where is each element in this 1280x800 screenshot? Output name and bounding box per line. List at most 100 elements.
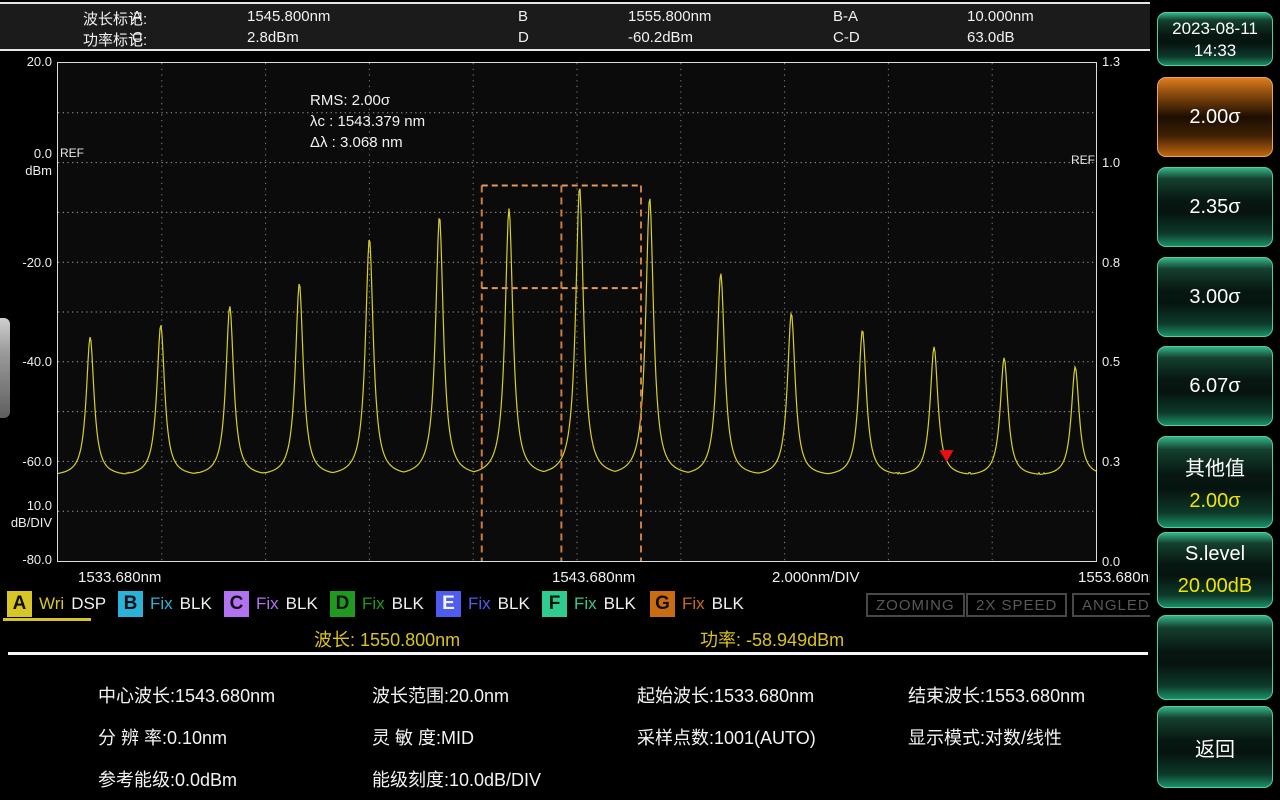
ref-label-right: REF xyxy=(1071,153,1095,167)
trace-status: BLK xyxy=(286,594,318,614)
trace-c-badge: C xyxy=(224,591,249,617)
softkey-label: 2.35σ xyxy=(1189,196,1240,219)
datetime-button[interactable]: 2023-08-11 14:33 xyxy=(1157,12,1273,66)
setting-start-wavelength: 起始波长:1533.680nm xyxy=(637,682,814,708)
trace-g-badge: G xyxy=(650,591,675,617)
y-tick-m40: -40.0 xyxy=(0,354,52,369)
trace-mode: Fix xyxy=(150,594,173,614)
y-tick-m20: -20.0 xyxy=(0,255,52,270)
marker-wavelength-readout: 波长: 1550.800nm xyxy=(314,626,460,652)
trace-mode: Fix xyxy=(468,594,491,614)
marker-d-name: D xyxy=(518,29,529,46)
y-tick-0: 0.0 xyxy=(0,146,52,161)
y2-tick-0_8: 0.8 xyxy=(1102,255,1142,270)
y-tick-m80: -80.0 xyxy=(0,552,52,567)
marker-c-value: 2.8dBm xyxy=(247,29,299,46)
setting-display-mode: 显示模式:对数/线性 xyxy=(908,724,1062,750)
trace-status: BLK xyxy=(604,594,636,614)
softkey-value: 2.00σ xyxy=(1189,490,1240,513)
power-readout-value: -58.949dBm xyxy=(746,630,844,650)
softkey-other-value[interactable]: 其他值 2.00σ xyxy=(1157,436,1273,528)
marker-a-value: 1545.800nm xyxy=(247,8,330,25)
wavelength-marker-row: 波长标记: A 1545.800nm B 1555.800nm B-A 10.0… xyxy=(0,8,1150,28)
trace-e-selector[interactable]: E Fix BLK xyxy=(436,591,530,617)
trace-g-selector[interactable]: G Fix BLK xyxy=(650,591,744,617)
angled-indicator: ANGLED xyxy=(1072,593,1160,617)
softkey-6.07-sigma[interactable]: 6.07σ xyxy=(1157,346,1273,426)
trace-status: BLK xyxy=(180,594,212,614)
marker-power-readout: 功率: -58.949dBm xyxy=(700,626,844,652)
trace-f-badge: F xyxy=(542,591,567,617)
marker-d-value: -60.2dBm xyxy=(628,29,693,46)
x-div-label: 2.000nm/DIV xyxy=(772,569,860,586)
softkey-blank[interactable] xyxy=(1157,615,1273,700)
trace-c-selector[interactable]: C Fix BLK xyxy=(224,591,318,617)
trace-status: DSP xyxy=(71,594,106,614)
marker-c-name: C xyxy=(132,29,143,46)
trace-b-selector[interactable]: B Fix BLK xyxy=(118,591,212,617)
trace-mode: Fix xyxy=(362,594,385,614)
trace-d-selector[interactable]: D Fix BLK xyxy=(330,591,424,617)
zooming-indicator: ZOOMING xyxy=(866,593,965,617)
softkey-label: 6.07σ xyxy=(1189,375,1240,398)
trace-f-selector[interactable]: F Fix BLK xyxy=(542,591,636,617)
softkey-back[interactable]: 返回 xyxy=(1157,706,1273,788)
x-end-label: 1553.680nm xyxy=(1078,569,1161,586)
annotation-delta-lambda: Δλ : 3.068 nm xyxy=(310,132,425,153)
time-text: 14:33 xyxy=(1194,40,1237,61)
softkey-3.00-sigma[interactable]: 3.00σ xyxy=(1157,257,1273,337)
setting-span: 波长范围:20.0nm xyxy=(372,682,509,708)
trace-status: BLK xyxy=(712,594,744,614)
y2-tick-1_3: 1.3 xyxy=(1102,54,1142,69)
trace-mode: Fix xyxy=(574,594,597,614)
trace-e-badge: E xyxy=(436,591,461,617)
softkey-2.35-sigma[interactable]: 2.35σ xyxy=(1157,167,1273,247)
2x-speed-indicator: 2X SPEED xyxy=(966,593,1067,617)
softkey-label: 3.00σ xyxy=(1189,286,1240,309)
setting-resolution: 分 辨 率:0.10nm xyxy=(98,724,227,750)
wavelength-readout-value: 1550.800nm xyxy=(360,630,460,650)
softkey-label: S.level xyxy=(1185,543,1245,566)
softkey-label: 返回 xyxy=(1195,733,1235,762)
trace-d-badge: D xyxy=(330,591,355,617)
softkey-s-level[interactable]: S.level 20.00dB xyxy=(1157,532,1273,608)
softkey-label: 2.00σ xyxy=(1189,106,1240,129)
trace-a-badge: A xyxy=(7,591,32,617)
y2-tick-1_0: 1.0 xyxy=(1102,155,1142,170)
trace-a-selector[interactable]: A Wri DSP xyxy=(7,591,106,617)
y-tick-m60: -60.0 xyxy=(0,454,52,469)
power-marker-row: 功率标记: C 2.8dBm D -60.2dBm C-D 63.0dB xyxy=(0,29,1150,49)
marker-b-value: 1555.800nm xyxy=(628,8,711,25)
setting-ref-level: 参考能级:0.0dBm xyxy=(98,766,237,792)
trace-mode: Wri xyxy=(39,594,64,614)
setting-level-scale: 能级刻度:10.0dB/DIV xyxy=(372,766,541,792)
marker-cd-name: C-D xyxy=(833,29,860,46)
setting-sensitivity: 灵 敏 度:MID xyxy=(372,724,474,750)
softkey-label: 其他值 xyxy=(1185,452,1245,481)
annotation-rms: RMS: 2.00σ xyxy=(310,90,425,111)
softkey-value: 20.00dB xyxy=(1178,575,1253,598)
active-trace-underline xyxy=(3,618,91,621)
spectrum-plot-area[interactable] xyxy=(57,62,1097,562)
x-start-label: 1533.680nm xyxy=(78,569,161,586)
y2-tick-0_5: 0.5 xyxy=(1102,354,1142,369)
ref-label-left: REF xyxy=(60,146,84,160)
marker-cd-value: 63.0dB xyxy=(967,29,1015,46)
marker-a-name: A xyxy=(132,8,142,25)
rms-analysis-annotation: RMS: 2.00σ λc : 1543.379 nm Δλ : 3.068 n… xyxy=(310,90,425,153)
softkey-2.00-sigma[interactable]: 2.00σ xyxy=(1157,77,1273,157)
setting-sample-points: 采样点数:1001(AUTO) xyxy=(637,724,816,750)
y-unit-dbm: dBm xyxy=(0,163,52,178)
marker-b-name: B xyxy=(518,8,528,25)
trace-status: BLK xyxy=(392,594,424,614)
trace-b-badge: B xyxy=(118,591,143,617)
y2-tick-0_3: 0.3 xyxy=(1102,454,1142,469)
trace-mode: Fix xyxy=(682,594,705,614)
x-center-label: 1543.680nm xyxy=(552,569,635,586)
power-readout-label: 功率: xyxy=(700,630,741,650)
y-scale-unit: dB/DIV xyxy=(0,515,52,530)
marker-header: 波长标记: A 1545.800nm B 1555.800nm B-A 10.0… xyxy=(0,2,1150,51)
y-scale-value: 10.0 xyxy=(0,498,52,513)
trace-status: BLK xyxy=(498,594,530,614)
y2-tick-0_0: 0.0 xyxy=(1102,554,1142,569)
